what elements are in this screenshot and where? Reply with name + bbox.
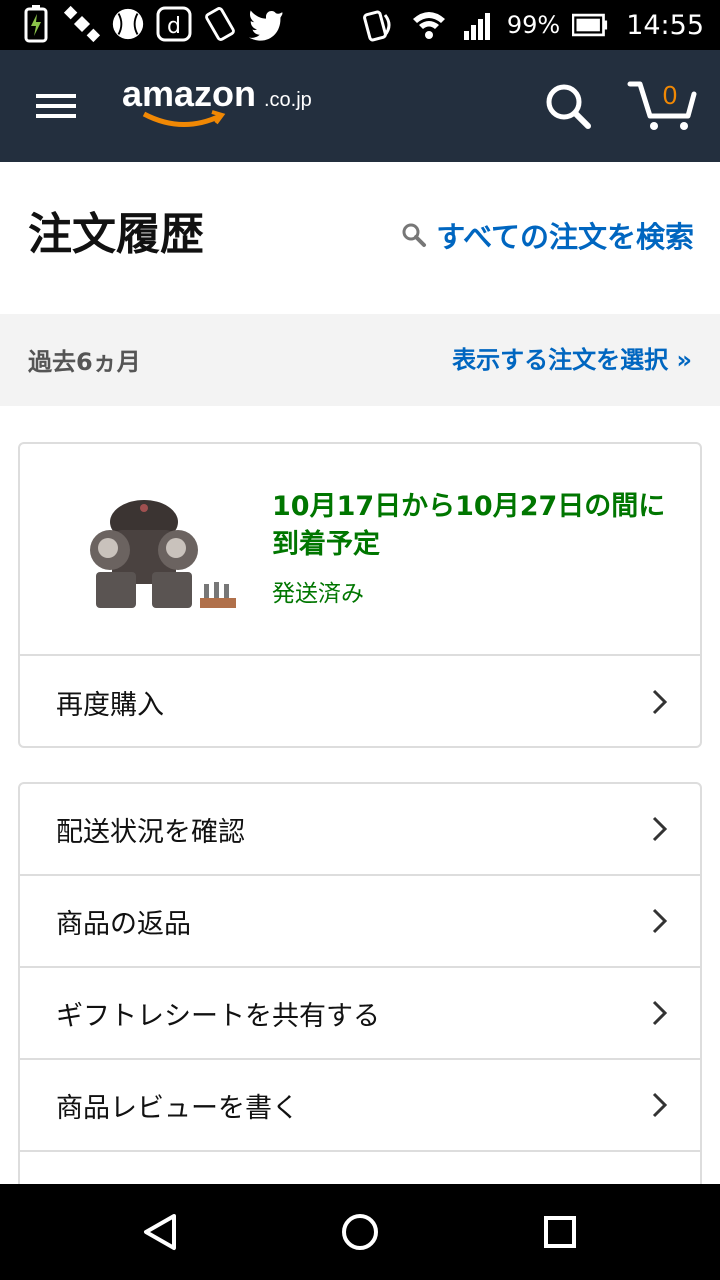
action-label: 商品の返品: [56, 908, 191, 940]
battery-charging-icon: [18, 5, 54, 43]
action-label: ギフトレシートを共有する: [56, 1000, 380, 1032]
clock: 14:55: [626, 9, 704, 41]
delivery-estimate: 10月17日から10月27日の間に到着予定: [272, 491, 666, 560]
filter-period: 過去6ヵ月: [28, 348, 141, 376]
baseball-icon: [110, 6, 146, 42]
search-all-orders-label: すべての注文を検索: [436, 220, 694, 254]
page-title-row: 注文履歴 すべての注文を検索: [0, 162, 720, 314]
shipping-status: 発送済み: [272, 581, 364, 607]
search-icon: [546, 84, 591, 129]
search-all-orders-link[interactable]: すべての注文を検索: [400, 214, 694, 256]
return-items-row[interactable]: 商品の返品: [20, 876, 700, 968]
chevron-right-icon: [652, 1092, 668, 1118]
app-header: amazon .co.jp 0: [0, 50, 720, 162]
battery-percent: 99%: [506, 11, 561, 39]
recents-button[interactable]: [538, 1210, 582, 1254]
chevron-right-icon: [652, 1000, 668, 1026]
action-label: 配送状況を確認: [56, 816, 245, 848]
order-actions-card: 配送状況を確認 商品の返品 ギフトレシートを共有する 商品レビューを書く: [18, 782, 702, 1202]
buy-again-row[interactable]: 再度購入: [20, 656, 700, 746]
action-label: 商品レビューを書く: [56, 1092, 299, 1124]
home-button[interactable]: [338, 1210, 382, 1254]
chevron-right-icon: [652, 816, 668, 842]
hamburger-icon: [36, 94, 76, 118]
twitter-icon: [248, 6, 284, 42]
battery-icon: [572, 7, 608, 43]
status-bar: d 99% 14:55: [0, 0, 720, 50]
back-triangle-icon: [144, 1214, 176, 1250]
svg-text:d: d: [167, 14, 181, 39]
select-orders-link[interactable]: 表示する注文を選択 »: [452, 340, 692, 375]
status-left-icons: d: [18, 5, 284, 43]
back-button[interactable]: [138, 1210, 182, 1254]
write-review-row[interactable]: 商品レビューを書く: [20, 1060, 700, 1152]
status-right-icons: 99% 14:55: [362, 6, 704, 44]
nfc-icon: [362, 7, 399, 43]
order-filter-bar: 過去6ヵ月 表示する注文を選択 »: [0, 314, 720, 406]
recents-square-icon: [544, 1216, 576, 1248]
cart-count-badge: 0: [662, 80, 678, 110]
chevron-right-icon: [652, 689, 668, 715]
d-app-icon: d: [156, 6, 192, 42]
search-icon: [402, 223, 427, 247]
track-package-row[interactable]: 配送状況を確認: [20, 784, 700, 876]
logo-suffix: .co.jp: [264, 89, 312, 111]
logo-text: amazon: [122, 73, 256, 114]
page-title: 注文履歴: [28, 209, 204, 260]
search-button[interactable]: [540, 78, 596, 134]
phone-shake-icon: [202, 6, 238, 42]
chevron-right-icon: [652, 908, 668, 934]
order-summary[interactable]: 10月17日から10月27日の間に到着予定 発送済み: [20, 444, 700, 656]
wifi-icon: [411, 7, 447, 43]
order-card: 10月17日から10月27日の間に到着予定 発送済み 再度購入: [18, 442, 702, 748]
product-image: [90, 500, 236, 608]
home-circle-icon: [342, 1214, 378, 1250]
system-nav-bar: [0, 1184, 720, 1280]
buy-again-label: 再度購入: [56, 689, 164, 721]
share-gift-receipt-row[interactable]: ギフトレシートを共有する: [20, 968, 700, 1060]
amazon-logo-icon: amazon .co.jp: [122, 73, 312, 127]
satellite-icon: [64, 5, 100, 43]
hamburger-menu-button[interactable]: [30, 86, 82, 126]
amazon-logo[interactable]: amazon .co.jp: [122, 72, 332, 142]
signal-icon: [459, 7, 495, 43]
